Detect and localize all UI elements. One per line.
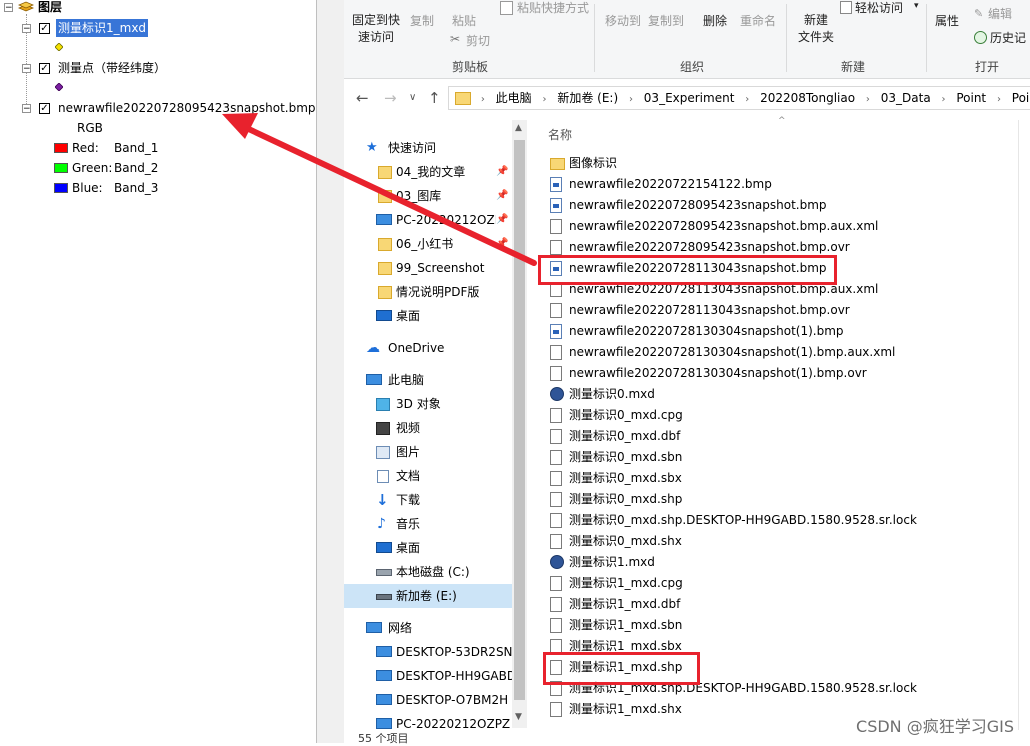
item-count: 55 个项目 xyxy=(358,732,409,745)
annotation-arrow xyxy=(222,113,537,266)
watermark: CSDN @疯狂学习GIS xyxy=(856,717,1014,736)
